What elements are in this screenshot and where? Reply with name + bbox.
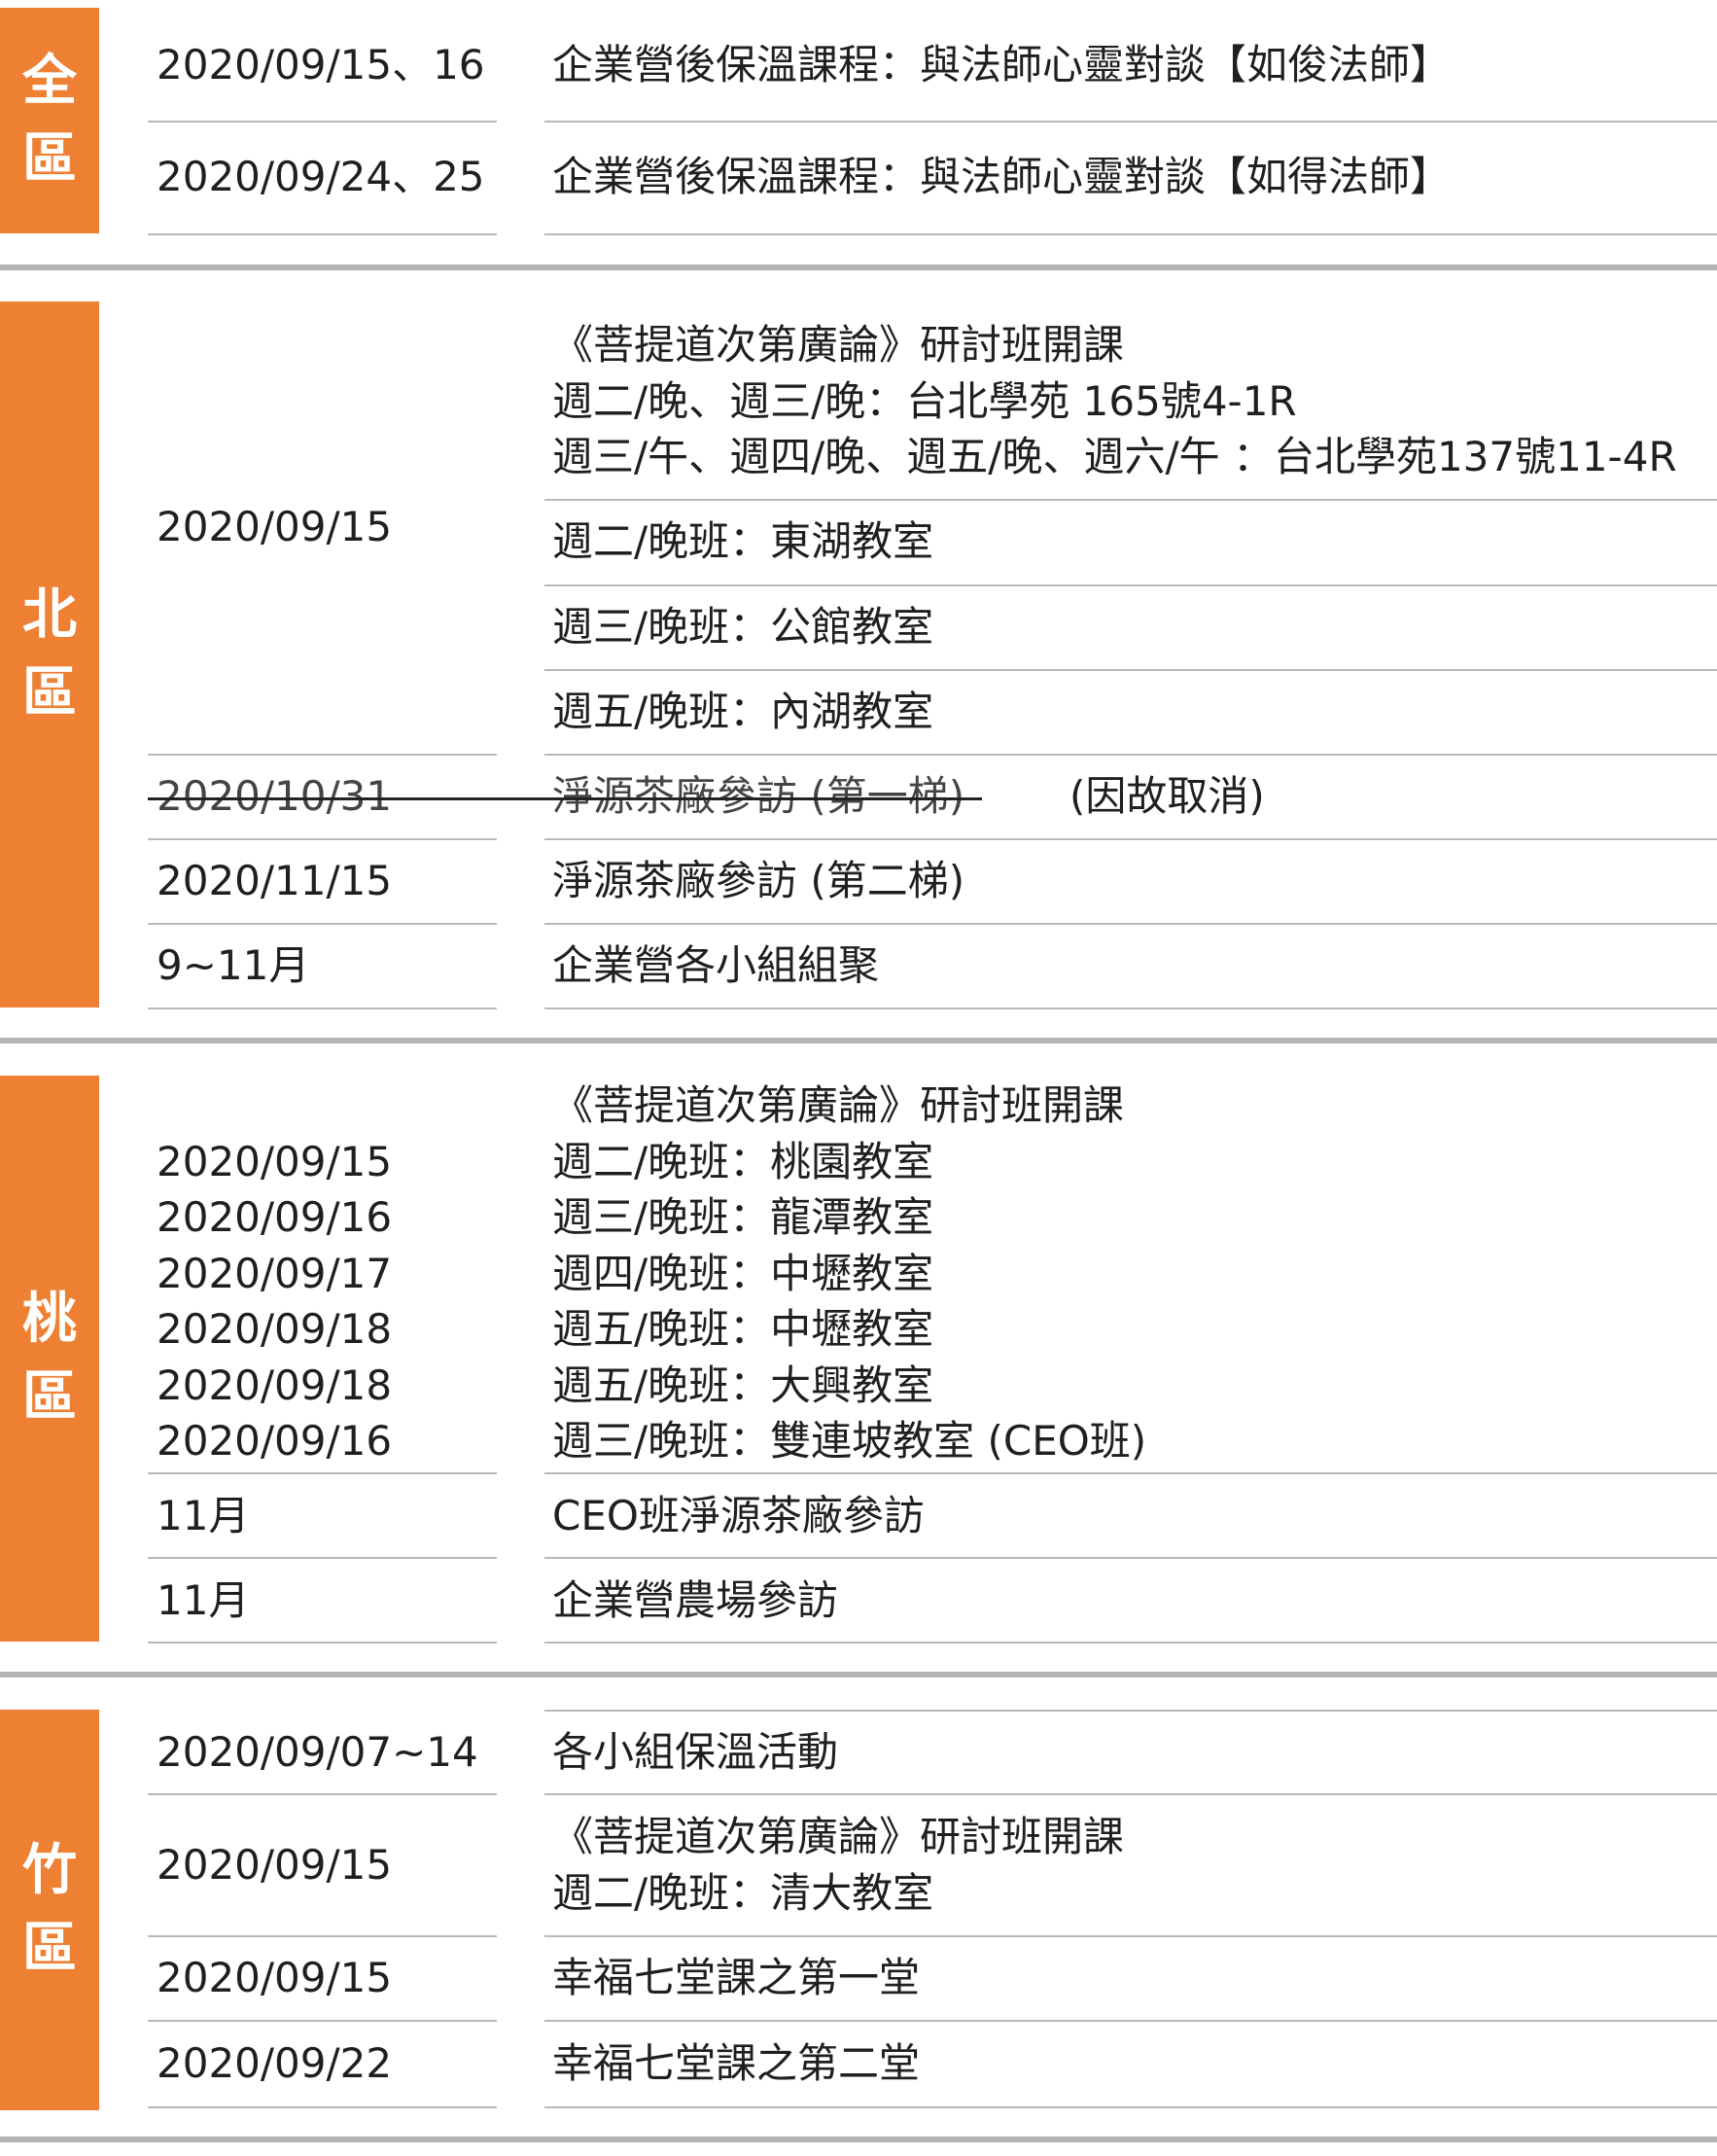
event-title: 企業營各小組組聚 — [552, 941, 880, 989]
row-divider — [544, 584, 1717, 586]
event-title: 企業營後保溫課程：與法師心靈對談【如俊法師】 — [552, 41, 1452, 88]
event-date: 2020/09/15、16 — [157, 41, 485, 88]
row-divider — [148, 1557, 497, 1559]
event-title: 各小組保溫活動 — [552, 1728, 839, 1776]
event-date: 2020/09/07~14 — [157, 1728, 478, 1776]
strikethrough-line — [148, 797, 982, 800]
row-divider — [148, 121, 497, 123]
event-title: 幸福七堂課之第一堂 — [552, 1954, 921, 2001]
class-item: 週五/晚班：大興教室 — [552, 1361, 934, 1409]
row-divider — [148, 923, 497, 925]
row-divider — [148, 1935, 497, 1937]
class-item: 週二/晚班：東湖教室 — [552, 517, 934, 565]
row-divider — [544, 499, 1717, 501]
event-title: 企業營後保溫課程：與法師心靈對談【如得法師】 — [552, 153, 1452, 200]
row-divider — [148, 1793, 497, 1795]
row-divider — [544, 838, 1717, 840]
event-title: 淨源茶廠參訪 (第二梯) — [552, 857, 965, 904]
region-separator — [0, 265, 1717, 270]
row-divider — [544, 121, 1717, 123]
row-divider — [544, 669, 1717, 671]
event-date: 2020/09/15 — [157, 1841, 393, 1889]
class-item: 週三/晚班：龍潭教室 — [552, 1193, 934, 1241]
row-divider — [544, 1557, 1717, 1559]
cancelled-event: 淨源茶廠參訪 (第一梯) — [552, 772, 965, 820]
event-date: 2020/09/16 — [157, 1193, 393, 1241]
event-date: 9~11月 — [157, 941, 310, 989]
region-tag: 北 區 — [0, 301, 99, 1007]
region-tag: 竹 區 — [0, 1710, 99, 2110]
row-divider — [148, 1472, 497, 1474]
event-date: 2020/09/24、25 — [157, 153, 485, 200]
row-divider — [544, 923, 1717, 925]
cancelled-date: 2020/10/31 — [157, 772, 393, 820]
row-divider — [544, 1472, 1717, 1474]
row-divider — [544, 1935, 1717, 1937]
class-item: 週二/晚班：桃園教室 — [552, 1138, 934, 1185]
row-divider — [544, 1793, 1717, 1795]
row-divider — [148, 2020, 497, 2022]
event-title: 《菩提道次第廣論》研討班開課 — [552, 1813, 1125, 1860]
cancel-note: (因故取消) — [1069, 772, 1265, 820]
event-title: CEO班淨源茶廠參訪 — [552, 1492, 925, 1539]
event-date: 2020/09/15 — [157, 1138, 393, 1185]
row-divider — [544, 233, 1717, 235]
event-date: 2020/09/15 — [157, 503, 393, 550]
row-divider — [148, 1642, 497, 1644]
row-divider — [148, 1007, 497, 1009]
row-divider — [544, 1007, 1717, 1009]
event-title: 幸福七堂課之第二堂 — [552, 2039, 921, 2087]
region-separator — [0, 1672, 1717, 1678]
event-detail: 週二/晚、週三/晚：台北學苑 165號4-1R — [552, 377, 1297, 425]
event-date: 2020/09/18 — [157, 1305, 393, 1353]
row-divider — [544, 1642, 1717, 1644]
region-tag: 全 區 — [0, 8, 99, 233]
row-divider — [148, 233, 497, 235]
row-divider — [544, 1710, 1717, 1712]
row-divider — [544, 754, 1717, 756]
region-tag: 桃 區 — [0, 1076, 99, 1642]
row-divider — [148, 2106, 497, 2108]
row-divider — [148, 754, 497, 756]
event-date: 11月 — [157, 1492, 250, 1539]
event-title: 《菩提道次第廣論》研討班開課 — [552, 1081, 1125, 1129]
row-divider — [148, 838, 497, 840]
event-title: 《菩提道次第廣論》研討班開課 — [552, 321, 1125, 369]
class-item: 週五/晚班：中壢教室 — [552, 1305, 934, 1353]
row-divider — [544, 2106, 1717, 2108]
event-date: 2020/09/22 — [157, 2039, 393, 2087]
event-date: 2020/09/16 — [157, 1417, 393, 1465]
event-date: 2020/09/18 — [157, 1361, 393, 1409]
class-item: 週四/晚班：中壢教室 — [552, 1250, 934, 1297]
event-date: 2020/11/15 — [157, 857, 393, 904]
event-date: 11月 — [157, 1576, 250, 1624]
event-title: 企業營農場參訪 — [552, 1576, 839, 1624]
region-separator — [0, 1038, 1717, 1043]
class-item: 週二/晚班：清大教室 — [552, 1869, 934, 1917]
row-divider — [544, 2020, 1717, 2022]
class-item: 週五/晚班：內湖教室 — [552, 688, 934, 735]
event-date: 2020/09/17 — [157, 1250, 393, 1297]
class-item: 週三/晚班：雙連坡教室 (CEO班) — [552, 1417, 1147, 1465]
class-item: 週三/晚班：公館教室 — [552, 603, 934, 651]
event-detail: 週三/午、週四/晚、週五/晚、週六/午 ：台北學苑137號11-4R — [552, 433, 1677, 480]
region-separator — [0, 2137, 1717, 2142]
event-date: 2020/09/15 — [157, 1954, 393, 2001]
